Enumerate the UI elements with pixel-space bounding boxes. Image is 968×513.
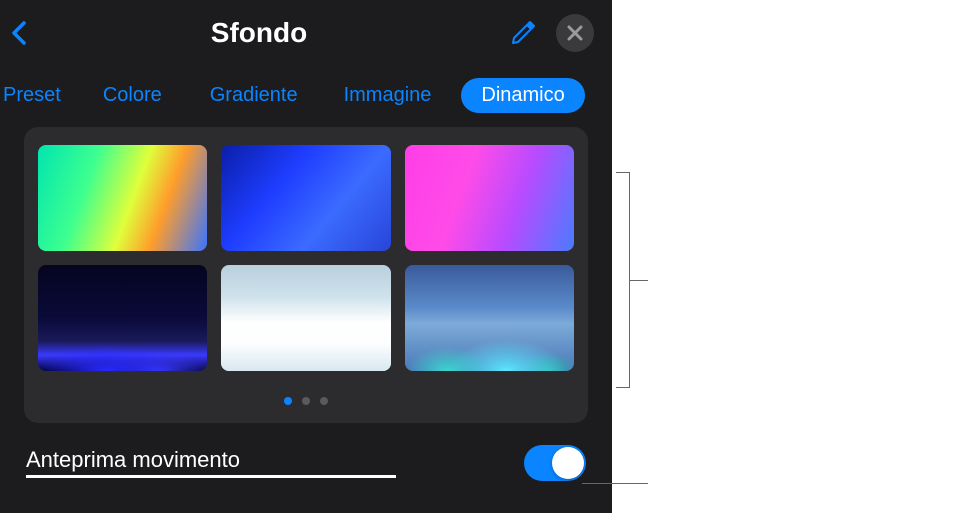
preview-motion-label-wrap: Anteprima movimento <box>26 447 396 478</box>
page-dot[interactable] <box>320 397 328 405</box>
preset-grid <box>38 145 574 371</box>
header-actions <box>508 14 594 52</box>
preview-motion-toggle[interactable] <box>524 445 586 481</box>
callout-bracket-icon <box>616 172 630 388</box>
preset-thumbnail[interactable] <box>221 145 390 251</box>
callout-line-icon <box>582 483 648 484</box>
toggle-knob <box>552 447 584 479</box>
tab-immagine[interactable]: Immagine <box>322 78 454 113</box>
panel-header: Sfondo <box>0 0 612 62</box>
panel-title: Sfondo <box>10 17 508 49</box>
tab-preset[interactable]: Preset <box>0 78 79 113</box>
callout-line-icon <box>630 280 648 281</box>
preset-thumbnail[interactable] <box>38 145 207 251</box>
eyedropper-button[interactable] <box>508 18 538 48</box>
close-button[interactable] <box>556 14 594 52</box>
tab-dinamico[interactable]: Dinamico <box>461 78 584 113</box>
tab-colore[interactable]: Colore <box>79 78 186 113</box>
tab-gradiente[interactable]: Gradiente <box>186 78 322 113</box>
preset-thumbnail[interactable] <box>221 265 390 371</box>
preview-motion-row: Anteprima movimento <box>0 423 612 481</box>
page-dots <box>38 397 574 405</box>
presets-card <box>24 127 588 423</box>
page-dot[interactable] <box>302 397 310 405</box>
preset-thumbnail[interactable] <box>405 265 574 371</box>
preset-thumbnail[interactable] <box>405 145 574 251</box>
preview-motion-label: Anteprima movimento <box>26 447 396 473</box>
close-icon <box>567 25 583 41</box>
background-type-tabs: Preset Colore Gradiente Immagine Dinamic… <box>0 62 612 127</box>
eyedropper-icon <box>510 20 536 46</box>
preset-thumbnail[interactable] <box>38 265 207 371</box>
background-settings-panel: Sfondo Preset Colore Gradiente Immagine … <box>0 0 612 513</box>
page-dot[interactable] <box>284 397 292 405</box>
label-underline <box>26 475 396 478</box>
